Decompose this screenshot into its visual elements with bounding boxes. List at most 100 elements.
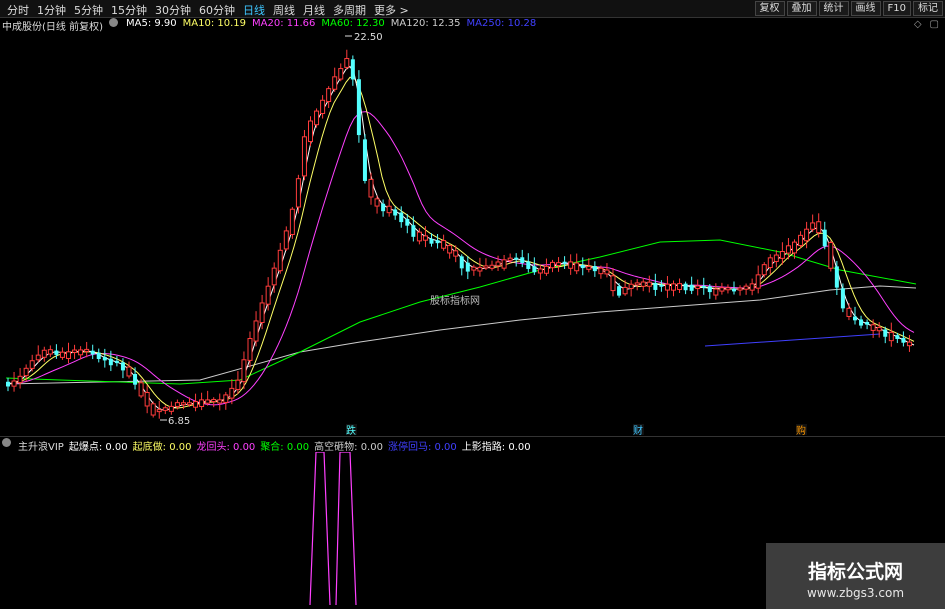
watermark-badge: 指标公式网 www.zbgs3.com [766, 543, 945, 609]
candle [90, 344, 95, 360]
tab-10[interactable]: 更多 > [370, 2, 413, 18]
ma20-label: MA20: 11.66 [252, 18, 316, 29]
candle [168, 401, 174, 415]
candle [634, 279, 640, 291]
candle [888, 322, 894, 347]
candle [326, 86, 332, 108]
candle [411, 216, 416, 242]
candle [459, 254, 464, 276]
candle [193, 393, 199, 412]
candle [901, 331, 906, 347]
indicator-item-4: 高空砸物: 0.00 [314, 442, 383, 453]
svg-text:财: 财 [633, 424, 643, 436]
tool-button-1[interactable]: 叠加 [786, 1, 817, 16]
candle [798, 231, 804, 248]
candle [749, 278, 755, 296]
tool-button-5[interactable]: 标记 [913, 1, 943, 16]
candle [664, 276, 670, 298]
tool-button-0[interactable]: 复权 [754, 1, 785, 16]
indicator-item-5: 涨停回马: 0.00 [387, 442, 457, 453]
tab-9[interactable]: 多周期 [329, 2, 370, 18]
candle [162, 405, 168, 415]
candle [761, 262, 767, 278]
legend-toggle-icon[interactable] [108, 18, 120, 32]
candle [701, 277, 706, 295]
ma60-label: MA60: 12.30 [321, 18, 385, 29]
candle [725, 284, 731, 294]
candle [295, 174, 301, 214]
ma120-label: MA120: 12.35 [390, 18, 461, 29]
candle [114, 355, 119, 367]
candle [144, 385, 150, 414]
candle [235, 371, 241, 394]
tab-5[interactable]: 60分钟 [195, 2, 239, 18]
candle [133, 367, 138, 390]
candle [277, 242, 283, 274]
candle [344, 49, 350, 70]
candle [386, 199, 392, 217]
tab-3[interactable]: 15分钟 [107, 2, 151, 18]
indicator-signal-line [309, 452, 357, 606]
candle [314, 108, 320, 128]
candle [737, 285, 743, 296]
candle [592, 261, 597, 277]
low-label: 6.85 [168, 416, 190, 427]
candle [217, 393, 223, 411]
right-tools: 复权 叠加 统计 画线 F10 标记 [754, 1, 943, 16]
top-toolbar: 分时 1分钟 5分钟 15分钟 30分钟 60分钟 日线 周线 月线 多周期 更多 > 复权 叠加 统计… [0, 0, 945, 18]
candle [604, 263, 610, 278]
candle [719, 282, 725, 295]
candle [683, 281, 688, 295]
candle [96, 348, 101, 363]
tab-0[interactable]: 分时 [3, 2, 33, 18]
tab-1[interactable]: 1分钟 [33, 2, 70, 18]
event-marker-2[interactable]: 购 [796, 424, 807, 436]
candle [447, 243, 453, 259]
tab-7[interactable]: 周线 [269, 2, 299, 18]
candle [156, 400, 162, 419]
stock-title: 中成股份(日线 前复权) [2, 22, 103, 33]
candle [47, 345, 53, 358]
corner-icons: ◇ ▢ [914, 19, 939, 30]
indicator-item-1: 起底做: 0.00 [132, 442, 192, 453]
candle [574, 253, 580, 275]
candle [755, 265, 761, 294]
candle [906, 334, 912, 352]
candle [35, 345, 41, 363]
candle [381, 199, 386, 217]
indicator-legend: 主升浪VIP 起爆点: 0.00 起底做: 0.00 龙回头: 0.00 聚合: 0.… [2, 438, 531, 453]
diamond-icon[interactable]: ◇ [914, 19, 922, 30]
tab-6[interactable]: 日线 [239, 2, 269, 18]
candle [320, 95, 326, 119]
candle [543, 258, 549, 276]
candle [671, 280, 676, 297]
candle [356, 70, 361, 143]
indicator-toggle-icon[interactable] [2, 438, 13, 452]
candle [773, 250, 779, 268]
tool-button-4[interactable]: F10 [882, 1, 911, 16]
candle [350, 55, 355, 86]
watermark-title: 指标公式网 [807, 561, 903, 583]
tab-4[interactable]: 30分钟 [151, 2, 195, 18]
candle [810, 214, 816, 233]
candle [489, 260, 495, 271]
candle [646, 275, 652, 293]
candle [526, 253, 531, 273]
candle [368, 172, 374, 205]
candle [338, 63, 344, 82]
pane-divider[interactable] [0, 436, 945, 437]
ma10-line [5, 76, 915, 409]
kline-chart[interactable]: 22.50 6.85 股标指标网跌 财 购 [0, 32, 945, 436]
event-marker-0[interactable]: 跌 [346, 424, 357, 436]
svg-text:购: 购 [796, 424, 806, 436]
tool-button-3[interactable]: 画线 [850, 1, 881, 16]
tab-8[interactable]: 月线 [299, 2, 329, 18]
candle [853, 306, 857, 325]
expand-icon[interactable]: ▢ [930, 19, 939, 30]
tool-button-2[interactable]: 统计 [818, 1, 849, 16]
candle [859, 315, 864, 329]
event-marker-1[interactable]: 财 [633, 424, 644, 436]
tab-2[interactable]: 5分钟 [70, 2, 107, 18]
candle [477, 257, 483, 277]
candle [205, 390, 211, 406]
